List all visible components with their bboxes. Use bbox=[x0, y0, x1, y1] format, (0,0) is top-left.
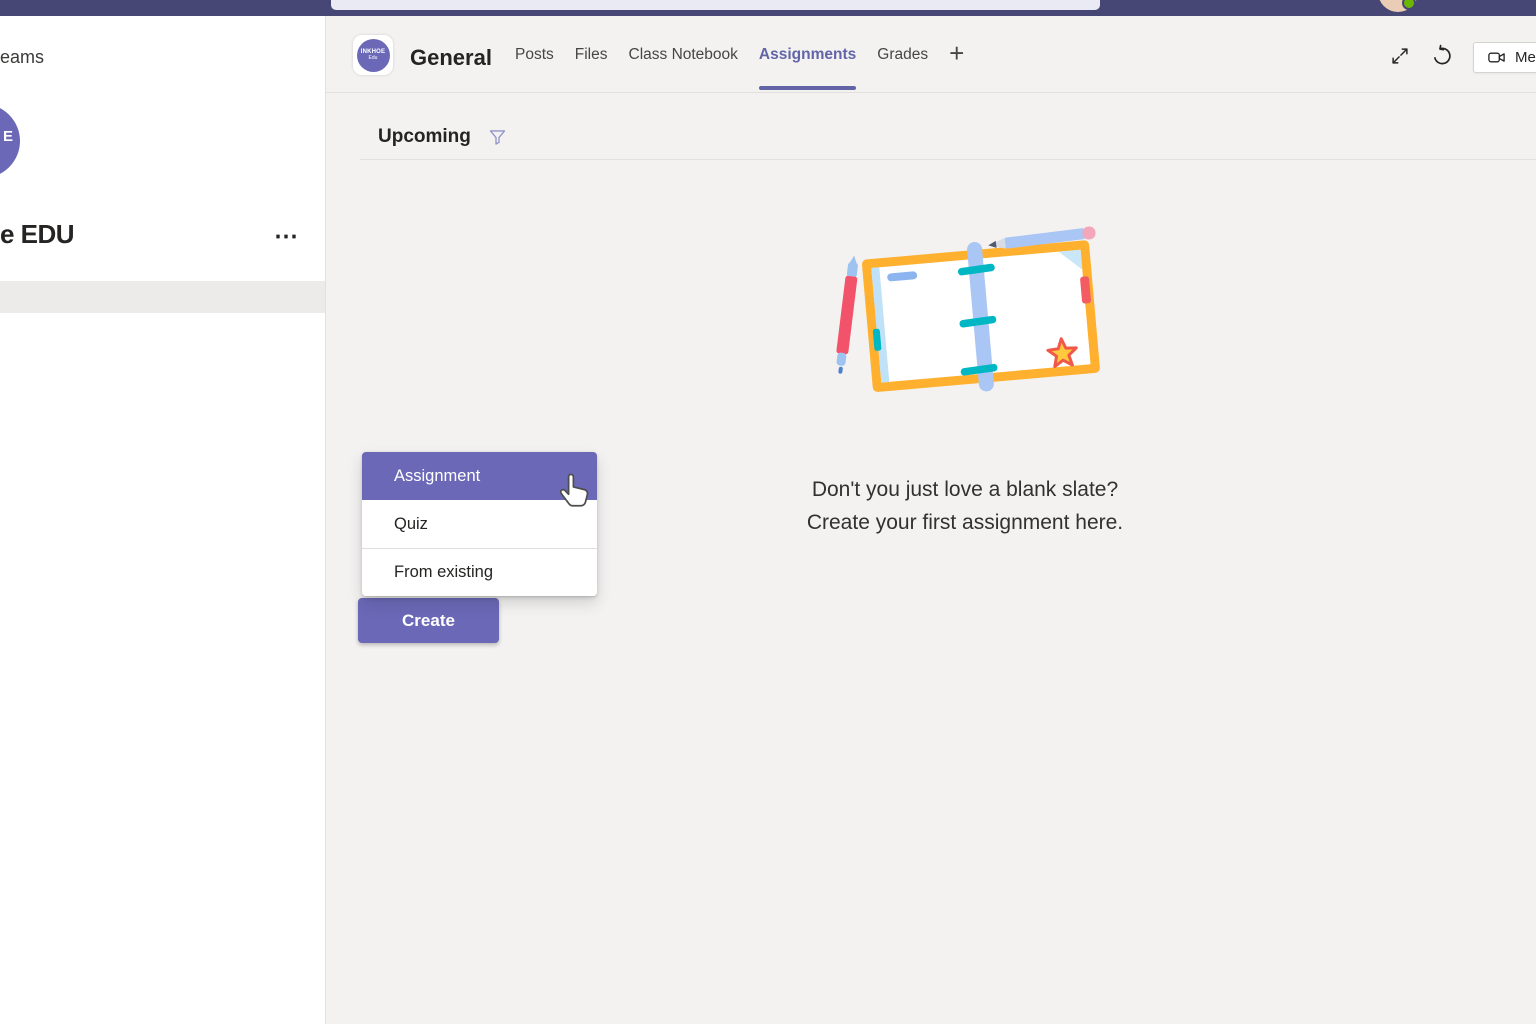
presence-indicator bbox=[1402, 0, 1416, 10]
add-tab-button[interactable]: + bbox=[949, 15, 964, 92]
empty-state-line1: Don't you just love a blank slate? bbox=[807, 473, 1123, 506]
channel-name: General bbox=[410, 45, 492, 71]
video-camera-icon bbox=[1487, 48, 1506, 67]
red-pen-illustration bbox=[834, 255, 860, 375]
team-name[interactable]: e EDU bbox=[0, 219, 74, 250]
notebook-illustration bbox=[861, 232, 1101, 401]
meet-button-label: Meet bbox=[1515, 49, 1536, 66]
refresh-icon[interactable] bbox=[1430, 44, 1454, 68]
channel-content: INKHOE Edu General Posts Files Class Not… bbox=[326, 16, 1536, 1024]
channel-header: INKHOE Edu General Posts Files Class Not… bbox=[326, 16, 1536, 93]
channel-team-badge[interactable]: INKHOE Edu bbox=[353, 35, 393, 75]
selected-channel-row[interactable] bbox=[0, 281, 326, 313]
tab-posts[interactable]: Posts bbox=[515, 16, 554, 93]
menu-item-quiz[interactable]: Quiz bbox=[362, 500, 597, 548]
meet-button[interactable]: Meet bbox=[1473, 42, 1536, 73]
tab-files[interactable]: Files bbox=[575, 16, 608, 93]
tab-class-notebook[interactable]: Class Notebook bbox=[629, 16, 738, 93]
channel-tabs: Posts Files Class Notebook Assignments G… bbox=[515, 16, 985, 93]
expand-icon[interactable] bbox=[1389, 45, 1411, 67]
create-button[interactable]: Create bbox=[358, 598, 499, 643]
empty-state-message: Don't you just love a blank slate? Creat… bbox=[807, 473, 1123, 539]
badge-text-bottom: Edu bbox=[369, 55, 378, 61]
app-titlebar bbox=[0, 0, 1536, 16]
empty-state-line2: Create your first assignment here. bbox=[807, 506, 1123, 539]
menu-item-assignment[interactable]: Assignment bbox=[362, 452, 597, 500]
tab-assignments[interactable]: Assignments bbox=[759, 16, 856, 93]
team-more-options-icon[interactable]: ⋯ bbox=[274, 222, 299, 251]
channel-team-badge-circle: INKHOE Edu bbox=[357, 39, 390, 72]
assignments-toolbar: Upcoming bbox=[360, 93, 1536, 160]
menu-item-from-existing[interactable]: From existing bbox=[362, 548, 597, 596]
search-input[interactable] bbox=[331, 0, 1100, 10]
filter-icon[interactable] bbox=[487, 127, 508, 148]
create-dropdown-menu: Assignment Quiz From existing bbox=[362, 452, 597, 596]
teams-heading: eams bbox=[0, 47, 44, 68]
blank-slate-illustration bbox=[812, 222, 1122, 407]
teams-sidebar: eams E e EDU ⋯ bbox=[0, 16, 326, 1024]
team-avatar-letter: E bbox=[3, 128, 13, 145]
tab-grades[interactable]: Grades bbox=[877, 16, 928, 93]
upcoming-section-label: Upcoming bbox=[378, 126, 471, 148]
